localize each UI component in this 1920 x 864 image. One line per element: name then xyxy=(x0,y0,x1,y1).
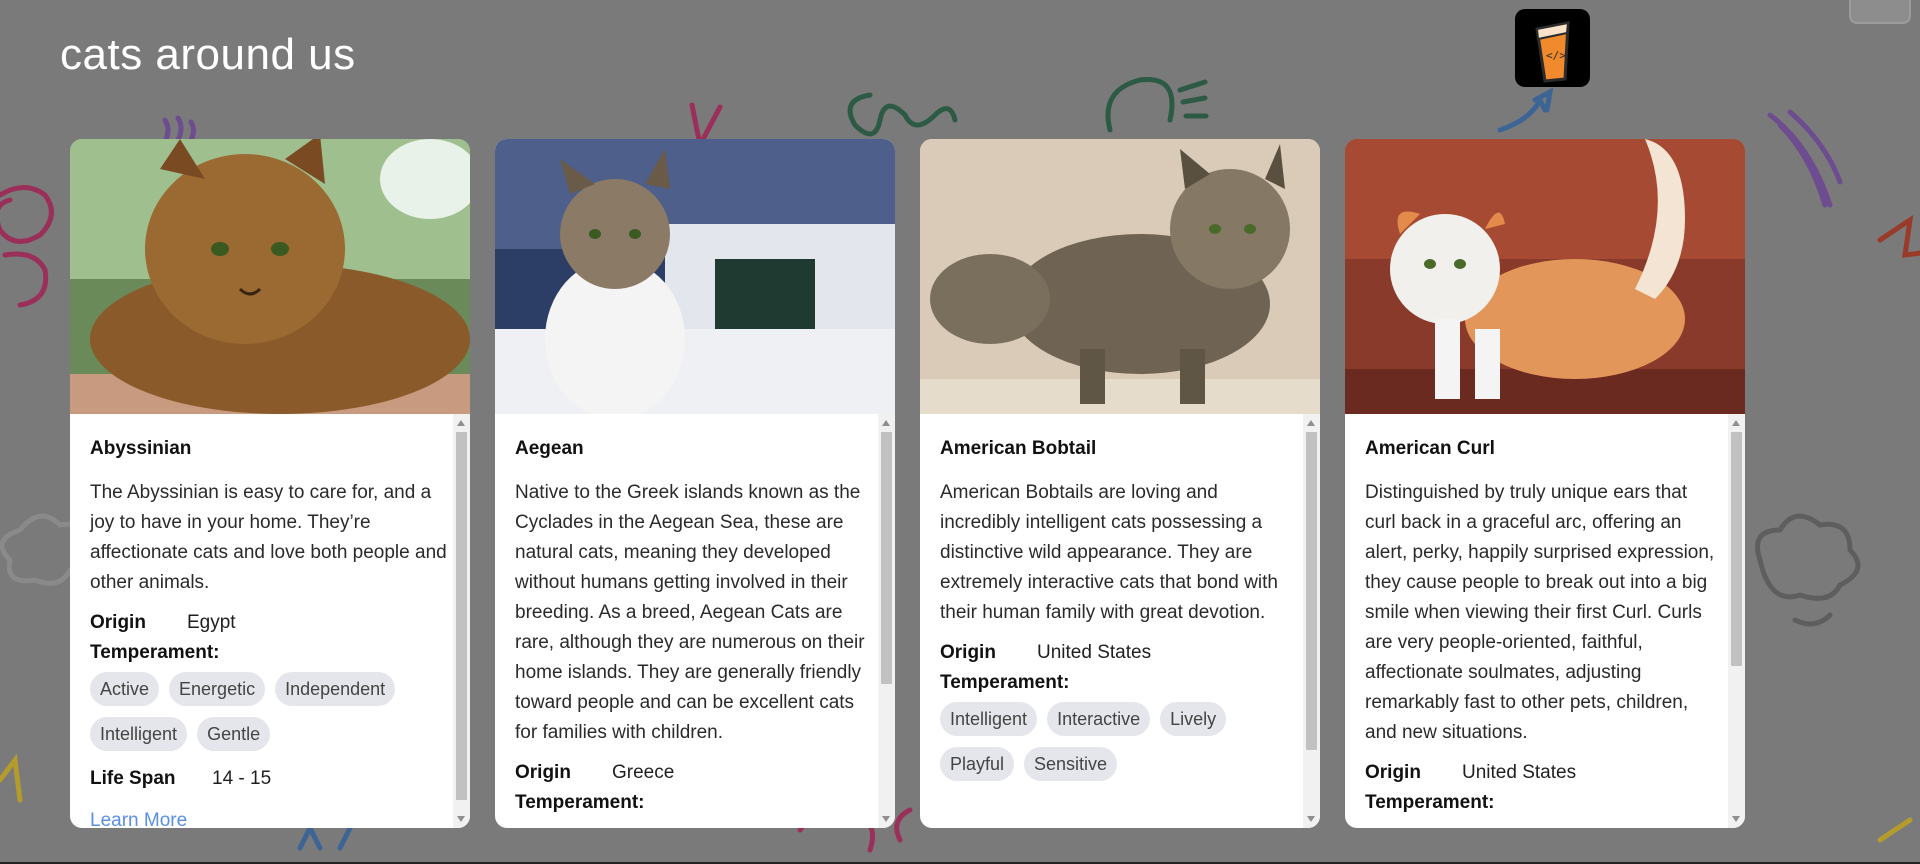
origin-row: Origin Greece xyxy=(515,758,873,788)
breed-name: Abyssinian xyxy=(90,438,192,459)
temperament-label: Temperament: xyxy=(940,672,1070,693)
cat-image xyxy=(70,139,470,414)
cat-image xyxy=(1345,139,1745,414)
card-scrollbar[interactable] xyxy=(1303,414,1320,828)
origin-label: Origin xyxy=(1365,762,1421,783)
learn-more-link[interactable]: Learn More xyxy=(90,806,448,828)
scroll-down-arrow-icon[interactable] xyxy=(1732,816,1740,822)
temperament-tag: Gentle xyxy=(197,717,271,751)
life-span-value: 14 - 15 xyxy=(212,768,272,789)
breed-card: Aegean Native to the Greek islands known… xyxy=(495,139,895,828)
temperament-tag: Intelligent xyxy=(90,717,188,751)
scroll-down-arrow-icon[interactable] xyxy=(882,816,890,822)
breed-description: Distinguished by truly unique ears that … xyxy=(1365,482,1715,743)
scroll-thumb[interactable] xyxy=(456,432,467,800)
breed-name: American Bobtail xyxy=(940,438,1097,459)
codepen-cup-icon[interactable]: </> xyxy=(1515,9,1590,87)
life-span-label: Life Span xyxy=(90,768,176,789)
card-list: Abyssinian The Abyssinian is easy to car… xyxy=(70,139,1870,828)
origin-label: Origin xyxy=(90,612,146,633)
origin-row: Origin United States xyxy=(940,638,1298,668)
temperament-tag: Active xyxy=(90,672,160,706)
life-span-row: Life Span 14 - 15 xyxy=(90,764,448,794)
breed-card: Abyssinian The Abyssinian is easy to car… xyxy=(70,139,470,828)
origin-value: United States xyxy=(1037,642,1152,663)
origin-label: Origin xyxy=(515,762,571,783)
temperament-tag: Lively xyxy=(1160,702,1227,736)
temperament-tag: Interactive xyxy=(1047,702,1151,736)
origin-value: Greece xyxy=(612,762,675,783)
page-title: cats around us xyxy=(60,30,356,79)
card-scrollbar[interactable] xyxy=(453,414,470,828)
temperament-tags: Active Energetic Independent Intelligent… xyxy=(90,672,448,762)
temperament-label: Temperament: xyxy=(90,642,220,663)
breed-description: American Bobtails are loving and incredi… xyxy=(940,482,1278,623)
scroll-thumb[interactable] xyxy=(1731,432,1742,666)
temperament-label: Temperament: xyxy=(1365,792,1495,813)
temperament-tag: Playful xyxy=(940,747,1015,781)
temperament-tag: Sensitive xyxy=(1024,747,1118,781)
breed-description: Native to the Greek islands known as the… xyxy=(515,482,865,743)
breed-card: American Bobtail American Bobtails are l… xyxy=(920,139,1320,828)
breed-card: American Curl Distinguished by truly uni… xyxy=(1345,139,1745,828)
origin-value: Egypt xyxy=(187,612,236,633)
edit-pencil-button[interactable] xyxy=(1849,0,1911,24)
breed-name: American Curl xyxy=(1365,438,1495,459)
scroll-thumb[interactable] xyxy=(1306,432,1317,750)
temperament-tags: Intelligent Interactive Lively Playful S… xyxy=(940,702,1298,792)
cat-image xyxy=(495,139,895,414)
card-scrollbar[interactable] xyxy=(878,414,895,828)
temperament-tag: Independent xyxy=(275,672,396,706)
origin-row: Origin Egypt xyxy=(90,608,448,638)
scroll-thumb[interactable] xyxy=(881,432,892,684)
scroll-up-arrow-icon[interactable] xyxy=(457,420,465,426)
breed-description: The Abyssinian is easy to care for, and … xyxy=(90,482,447,593)
card-scrollbar[interactable] xyxy=(1728,414,1745,828)
scroll-down-arrow-icon[interactable] xyxy=(457,816,465,822)
temperament-tag: Energetic xyxy=(169,672,266,706)
cat-image xyxy=(920,139,1320,414)
origin-label: Origin xyxy=(940,642,996,663)
scroll-up-arrow-icon[interactable] xyxy=(882,420,890,426)
breed-name: Aegean xyxy=(515,438,584,459)
scroll-up-arrow-icon[interactable] xyxy=(1307,420,1315,426)
origin-row: Origin United States xyxy=(1365,758,1723,788)
origin-value: United States xyxy=(1462,762,1577,783)
scroll-up-arrow-icon[interactable] xyxy=(1732,420,1740,426)
svg-text:</>: </> xyxy=(1546,49,1566,62)
scroll-down-arrow-icon[interactable] xyxy=(1307,816,1315,822)
temperament-tag: Intelligent xyxy=(940,702,1038,736)
temperament-label: Temperament: xyxy=(515,792,645,813)
